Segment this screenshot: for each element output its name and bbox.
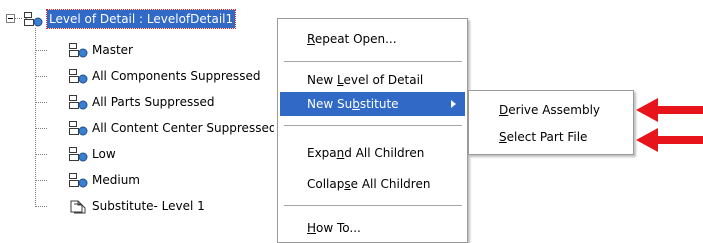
menu-separator (284, 205, 462, 207)
menu-accelerator-key: D (499, 103, 509, 117)
menu-accelerator-key: R (307, 32, 315, 46)
assembly-lod-icon (68, 146, 90, 162)
assembly-lod-icon (68, 120, 90, 136)
menu-item-how-to[interactable]: How To... (280, 216, 465, 240)
menu-label-part: e All Children (350, 177, 431, 191)
menu-label-part: evel of Detail (343, 73, 424, 87)
collapse-toggle[interactable] (6, 14, 15, 23)
tree-item-label: Low (92, 147, 116, 161)
menu-label-part: New (307, 73, 337, 87)
lod-root-icon (23, 11, 45, 27)
tree-item-all-components-suppressed[interactable]: All Components Suppressed (68, 67, 274, 85)
menu-label-part: erive Assembly (508, 103, 601, 117)
assembly-lod-icon (68, 68, 90, 84)
tree-item-label: Master (92, 43, 133, 57)
menu-label-part: stitute (359, 97, 399, 111)
substitute-part-icon (68, 198, 90, 214)
menu-item-new-level-of-detail[interactable]: New Level of Detail (280, 68, 465, 92)
tree-root-node[interactable]: Level of Detail : LevelofDetail1 (23, 9, 237, 29)
tree-item-all-content-center-suppressed[interactable]: All Content Center Suppressed (68, 119, 274, 137)
menu-label-part: ow To... (316, 221, 361, 235)
tree-item-label: All Content Center Suppressed (92, 121, 274, 135)
menu-label-part: epeat Open... (314, 32, 397, 46)
menu-item-derive-assembly[interactable]: Derive Assembly (471, 98, 629, 122)
tree-item-low[interactable]: Low (68, 145, 116, 163)
menu-item-new-substitute[interactable]: New Substitute (280, 92, 465, 116)
red-arrow-icon (636, 128, 703, 152)
context-menu: Repeat Open... New Level of Detail New S… (277, 18, 468, 243)
tree-item-label: Substitute- Level 1 (92, 199, 205, 213)
menu-accelerator-key: b (352, 97, 360, 111)
tree-item-label: Medium (92, 173, 140, 187)
tree-root-label: Level of Detail : LevelofDetail1 (45, 9, 237, 29)
menu-item-collapse-all-children[interactable]: Collapse All Children (280, 172, 465, 196)
menu-separator (284, 61, 462, 63)
submenu-arrow-icon (451, 100, 456, 108)
tree-item-all-parts-suppressed[interactable]: All Parts Suppressed (68, 93, 214, 111)
menu-label-part: New Su (307, 97, 353, 111)
tree-item-label: All Parts Suppressed (92, 95, 215, 109)
tree-item-substitute-level-1[interactable]: Substitute- Level 1 (68, 197, 205, 215)
menu-item-expand-all-children[interactable]: Expand All Children (280, 141, 465, 165)
tree-item-master[interactable]: Master (68, 41, 133, 59)
assembly-lod-icon (68, 172, 90, 188)
substitute-submenu: Derive Assembly Select Part File (468, 90, 634, 155)
menu-separator (284, 125, 462, 127)
menu-label-part: d All Children (344, 146, 425, 160)
menu-label-part: elect Part File (506, 130, 588, 144)
menu-label-part: Expa (307, 146, 337, 160)
assembly-lod-icon (68, 42, 90, 58)
menu-label-part: Collap (307, 177, 345, 191)
tree-item-medium[interactable]: Medium (68, 171, 140, 189)
menu-item-select-part-file[interactable]: Select Part File (471, 125, 629, 149)
red-arrow-icon (636, 98, 703, 122)
assembly-lod-icon (68, 94, 90, 110)
menu-accelerator-key: S (499, 130, 507, 144)
menu-accelerator-key: H (307, 221, 317, 235)
menu-item-repeat-open[interactable]: Repeat Open... (280, 27, 465, 51)
tree-item-label: All Components Suppressed (92, 69, 261, 83)
